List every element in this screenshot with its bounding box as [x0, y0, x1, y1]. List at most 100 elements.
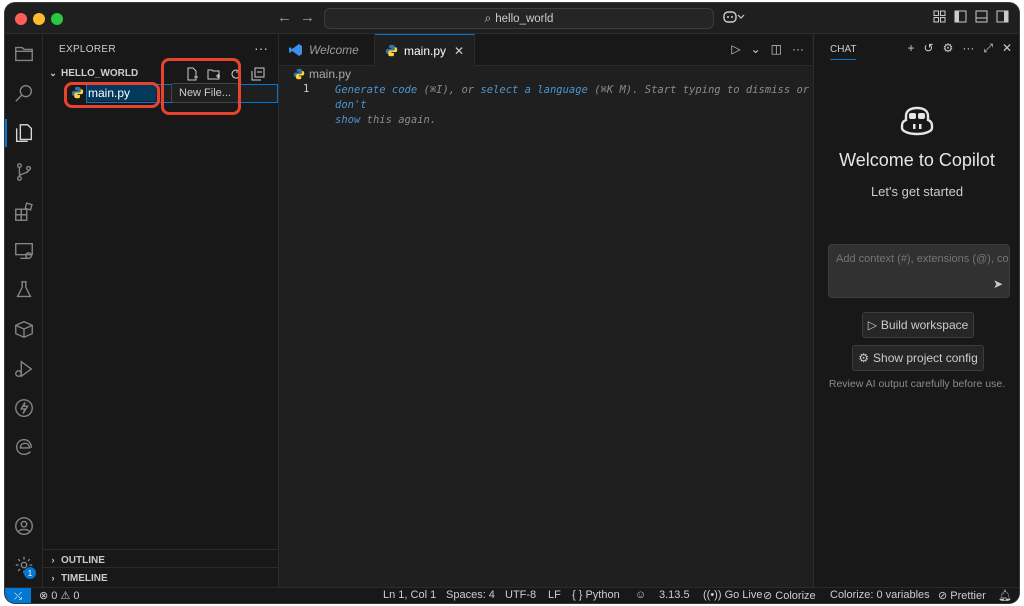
command-center-search[interactable]: ⌕ hello_world [324, 8, 714, 29]
containers-icon[interactable] [5, 311, 42, 347]
source-control-icon[interactable] [5, 154, 42, 190]
go-live-label: Go Live [724, 589, 763, 601]
prettier-button[interactable]: ⊘ Prettier [938, 589, 986, 602]
send-icon[interactable]: ➤ [993, 277, 1003, 291]
close-window-button[interactable] [15, 13, 27, 25]
customize-layout-icon[interactable] [933, 10, 946, 26]
split-editor-icon[interactable]: ◫ [771, 42, 782, 56]
chat-title[interactable]: CHAT [830, 44, 857, 60]
copilot-logo-icon [900, 106, 934, 136]
extensions-icon[interactable] [5, 194, 42, 230]
run-icon[interactable]: ▷ [731, 42, 740, 56]
python-file-icon [385, 44, 398, 57]
chevron-down-icon[interactable]: ⌄ [751, 42, 761, 56]
more-actions-icon[interactable]: ··· [962, 41, 974, 56]
tab-main-label: main.py [404, 43, 447, 58]
breadcrumb-file: main.py [309, 67, 352, 81]
chevron-down-icon: ⌄ [49, 67, 57, 78]
search-icon: ⌕ [484, 11, 492, 25]
sidebar-title: EXPLORER [59, 44, 116, 55]
settings-badge: 1 [24, 567, 36, 579]
edge-icon[interactable] [5, 429, 42, 465]
new-chat-icon[interactable]: + [907, 41, 914, 56]
chat-input[interactable] [834, 252, 1010, 266]
copilot-chat-panel: CHAT + ↺ ⚙ ··· ⤢ ✕ Welcome to Copilot Le… [813, 34, 1019, 587]
tab-welcome[interactable]: Welcome [279, 34, 375, 65]
collapse-all-icon[interactable] [250, 66, 266, 82]
timeline-section[interactable]: › TIMELINE [43, 567, 278, 588]
explorer-sidebar: EXPLORER ··· ⌄ HELLO_WORLD main.py New F… [43, 34, 279, 587]
vscode-icon [289, 43, 302, 56]
end-of-line[interactable]: LF [548, 589, 561, 601]
testing-icon[interactable] [5, 272, 42, 308]
chevron-right-icon: › [51, 573, 55, 583]
more-actions-icon[interactable]: ··· [792, 42, 804, 56]
search-icon[interactable] [5, 75, 42, 111]
chat-input-box[interactable]: ➤ [828, 244, 1010, 298]
toggle-panel-icon[interactable] [975, 10, 988, 26]
maximize-icon[interactable]: ⤢ [983, 41, 993, 56]
colorize-variables[interactable]: Colorize: 0 variables [830, 589, 930, 601]
close-icon[interactable]: ✕ [454, 44, 464, 58]
remote-indicator-icon[interactable]: ⤯ [5, 588, 31, 603]
hint-text-3: this again. [360, 114, 437, 126]
prettier-label: Prettier [950, 590, 986, 602]
title-bar: ← → ⌕ hello_world [5, 3, 1019, 34]
arrow-left-icon[interactable]: ← [277, 9, 292, 26]
explorer-icon[interactable] [5, 36, 42, 72]
error-count: 0 [51, 590, 58, 602]
activity-bar: 1 [5, 34, 43, 587]
editor-area: Welcome main.py ✕ ▷ ⌄ ◫ ··· main.py 1 Ge… [279, 34, 812, 587]
python-version[interactable]: 3.13.5 [659, 589, 690, 601]
rename-highlight [64, 82, 160, 108]
hint-text-1: (⌘I), or [417, 84, 481, 96]
toggle-primary-sidebar-icon[interactable] [954, 10, 967, 26]
broadcast-icon: ((•)) [703, 589, 722, 601]
settings-icon[interactable]: 1 [5, 547, 42, 583]
generate-code-link[interactable]: Generate code [335, 84, 417, 96]
tab-main-py[interactable]: main.py ✕ [375, 34, 475, 66]
show-project-config-button[interactable]: ⚙ Show project config [852, 345, 984, 371]
error-icon: ⊗ [39, 590, 49, 602]
language-mode[interactable]: { } Python [572, 589, 620, 601]
double-check-icon: ⊘ [938, 590, 948, 602]
welcome-subtitle: Let's get started [870, 184, 964, 199]
more-actions-icon[interactable]: ··· [254, 40, 268, 56]
close-icon[interactable]: ✕ [1002, 41, 1012, 56]
history-icon[interactable]: ↺ [924, 41, 934, 56]
colorize-button[interactable]: ⊘ Colorize [763, 589, 816, 602]
build-workspace-label: Build workspace [880, 318, 969, 332]
select-language-link[interactable]: select a language [480, 84, 587, 96]
account-icon[interactable] [5, 508, 42, 544]
build-workspace-button[interactable]: ▷ Build workspace [862, 312, 974, 338]
chat-actions: + ↺ ⚙ ··· ⤢ ✕ [907, 41, 1012, 56]
command-center-label: hello_world [495, 12, 554, 25]
zoom-window-button[interactable] [51, 13, 63, 25]
flash-icon[interactable] [5, 390, 42, 426]
explorer-files-icon[interactable] [5, 115, 42, 151]
indentation[interactable]: Spaces: 4 [446, 589, 495, 601]
warning-icon: ⚠ [60, 590, 71, 602]
gear-icon[interactable]: ⚙ [943, 41, 954, 56]
play-icon: ▷ [867, 318, 877, 332]
new-file-highlight [161, 58, 241, 115]
welcome-title: Welcome to Copilot [839, 150, 995, 170]
tab-welcome-label: Welcome [309, 42, 359, 57]
arrow-right-icon[interactable]: → [300, 9, 315, 26]
dont-show-link[interactable]: don't [335, 99, 367, 111]
line-number: 1 [303, 83, 310, 95]
remote-explorer-icon[interactable] [5, 233, 42, 269]
show-link[interactable]: show [335, 114, 360, 126]
encoding[interactable]: UTF-8 [505, 589, 536, 601]
go-live-button[interactable]: ((•)) Go Live [703, 589, 763, 601]
breadcrumb[interactable]: main.py [293, 67, 351, 81]
copilot-menu-icon[interactable] [723, 10, 745, 27]
minimize-window-button[interactable] [33, 13, 45, 25]
problems-indicator[interactable]: ⊗ 0 ⚠ 0 [39, 589, 80, 602]
cursor-position[interactable]: Ln 1, Col 1 [383, 589, 436, 601]
copilot-status-icon[interactable]: ☺ [635, 589, 646, 601]
bell-icon[interactable]: 🔔︎ [998, 589, 1012, 602]
status-bar: ⤯ ⊗ 0 ⚠ 0 Ln 1, Col 1 Spaces: 4 UTF-8 LF… [5, 587, 1019, 603]
run-debug-icon[interactable] [5, 351, 42, 387]
toggle-secondary-sidebar-icon[interactable] [996, 10, 1009, 26]
